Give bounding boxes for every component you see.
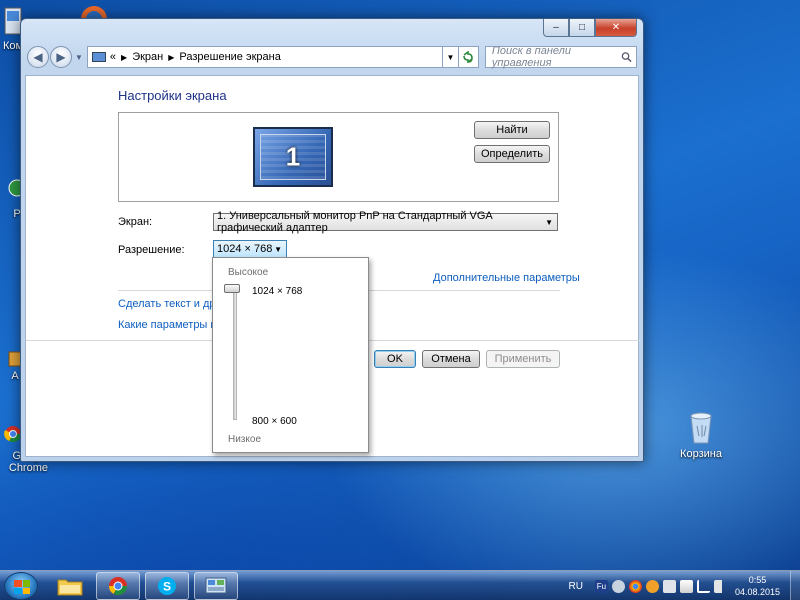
refresh-button[interactable] bbox=[458, 46, 479, 68]
desktop-icon-label: A bbox=[11, 370, 19, 382]
taskbar: S RU Fu 0:55 04.08.2015 bbox=[0, 570, 800, 600]
ok-button[interactable]: OK bbox=[374, 350, 416, 368]
display-select-value: 1. Универсальный монитор PnP на Стандарт… bbox=[217, 210, 493, 234]
resolution-slider-popup: Высокое 1024 × 768 800 × 600 Низкое bbox=[212, 257, 369, 453]
recent-pages-dropdown[interactable]: ▼ bbox=[75, 53, 83, 62]
windows-logo-icon bbox=[14, 580, 30, 594]
cancel-button[interactable]: Отмена bbox=[422, 350, 480, 368]
address-bar[interactable]: « ▶ Экран ▶ Разрешение экрана bbox=[86, 46, 443, 68]
monitor-preview-area: 1 Найти Определить bbox=[118, 112, 559, 202]
address-dropdown[interactable]: ▼ bbox=[442, 46, 459, 68]
apply-button[interactable]: Применить bbox=[486, 350, 560, 368]
start-button[interactable] bbox=[4, 572, 38, 600]
system-tray: RU Fu 0:55 04.08.2015 bbox=[569, 571, 800, 600]
high-label: Высокое bbox=[228, 267, 269, 278]
resolution-min-label: 800 × 600 bbox=[252, 416, 297, 427]
control-panel-icon bbox=[205, 577, 227, 594]
svg-text:S: S bbox=[163, 580, 171, 594]
skype-icon: S bbox=[158, 577, 176, 595]
clock-time: 0:55 bbox=[748, 575, 767, 585]
chrome-tray-icon[interactable] bbox=[628, 579, 642, 593]
breadcrumb-separator[interactable]: ▶ bbox=[168, 53, 174, 62]
recycle-bin-icon bbox=[690, 412, 712, 444]
resolution-select-value: 1024 × 768 bbox=[217, 243, 273, 255]
action-center-flag-icon[interactable] bbox=[679, 579, 693, 593]
taskbar-chrome[interactable] bbox=[96, 572, 140, 600]
taskbar-control-panel[interactable] bbox=[194, 572, 238, 600]
address-overflow[interactable]: « bbox=[110, 51, 116, 63]
refresh-icon bbox=[463, 51, 474, 63]
security-tray-icon[interactable] bbox=[611, 579, 625, 593]
control-panel-icon bbox=[91, 52, 106, 62]
chevron-down-icon: ▼ bbox=[274, 244, 282, 254]
volume-icon[interactable] bbox=[713, 579, 727, 593]
navigation-bar: ◀ ▶ ▼ « ▶ Экран ▶ Разрешение экрана ▼ По… bbox=[27, 45, 637, 69]
caption-buttons: – □ ✕ bbox=[543, 19, 637, 37]
language-indicator[interactable]: RU bbox=[569, 581, 583, 592]
folder-icon bbox=[57, 579, 83, 596]
search-icon bbox=[621, 52, 632, 63]
resolution-max-label: 1024 × 768 bbox=[252, 286, 303, 297]
resolution-slider-thumb[interactable] bbox=[224, 284, 240, 293]
show-desktop-button[interactable] bbox=[790, 571, 800, 600]
display-select[interactable]: 1. Универсальный монитор PnP на Стандарт… bbox=[213, 210, 558, 234]
update-tray-icon[interactable] bbox=[645, 579, 659, 593]
resolution-slider-track[interactable] bbox=[233, 288, 237, 420]
taskbar-skype[interactable]: S bbox=[145, 572, 189, 600]
find-button[interactable]: Найти bbox=[474, 121, 550, 139]
breadcrumb-screen[interactable]: Экран bbox=[132, 51, 163, 63]
chrome-icon bbox=[109, 577, 127, 596]
monitor-1-thumbnail[interactable]: 1 bbox=[253, 127, 333, 187]
clock[interactable]: 0:55 04.08.2015 bbox=[735, 574, 780, 598]
search-placeholder: Поиск в панели управления bbox=[491, 45, 571, 69]
fu-tray-icon[interactable]: Fu bbox=[594, 579, 608, 593]
maximize-button[interactable]: □ bbox=[569, 19, 595, 37]
network-icon[interactable] bbox=[696, 579, 710, 593]
resolution-select[interactable]: 1024 × 768 ▼ bbox=[213, 240, 287, 258]
display-label: Экран: bbox=[118, 216, 153, 228]
identify-button[interactable]: Определить bbox=[474, 145, 550, 163]
desktop-icon-label: Корзина bbox=[680, 448, 722, 460]
breadcrumb-separator[interactable]: ▶ bbox=[121, 53, 127, 62]
chevron-down-icon: ▼ bbox=[545, 217, 553, 227]
breadcrumb-resolution[interactable]: Разрешение экрана bbox=[179, 51, 280, 63]
resolution-label: Разрешение: bbox=[118, 244, 185, 256]
taskbar-explorer[interactable] bbox=[48, 572, 92, 600]
forward-button[interactable]: ▶ bbox=[50, 46, 72, 68]
power-tray-icon[interactable] bbox=[662, 579, 676, 593]
page-title: Настройки экрана bbox=[118, 88, 227, 103]
desktop-icon-recycle-bin[interactable]: Корзина bbox=[678, 410, 724, 460]
low-label: Низкое bbox=[228, 434, 262, 445]
monitor-number: 1 bbox=[285, 141, 301, 172]
search-input[interactable]: Поиск в панели управления bbox=[484, 45, 637, 69]
advanced-settings-link[interactable]: Дополнительные параметры bbox=[433, 272, 580, 284]
close-button[interactable]: ✕ bbox=[595, 19, 637, 37]
back-button[interactable]: ◀ bbox=[27, 46, 49, 68]
clock-date: 04.08.2015 bbox=[734, 587, 780, 597]
minimize-button[interactable]: – bbox=[543, 19, 569, 37]
